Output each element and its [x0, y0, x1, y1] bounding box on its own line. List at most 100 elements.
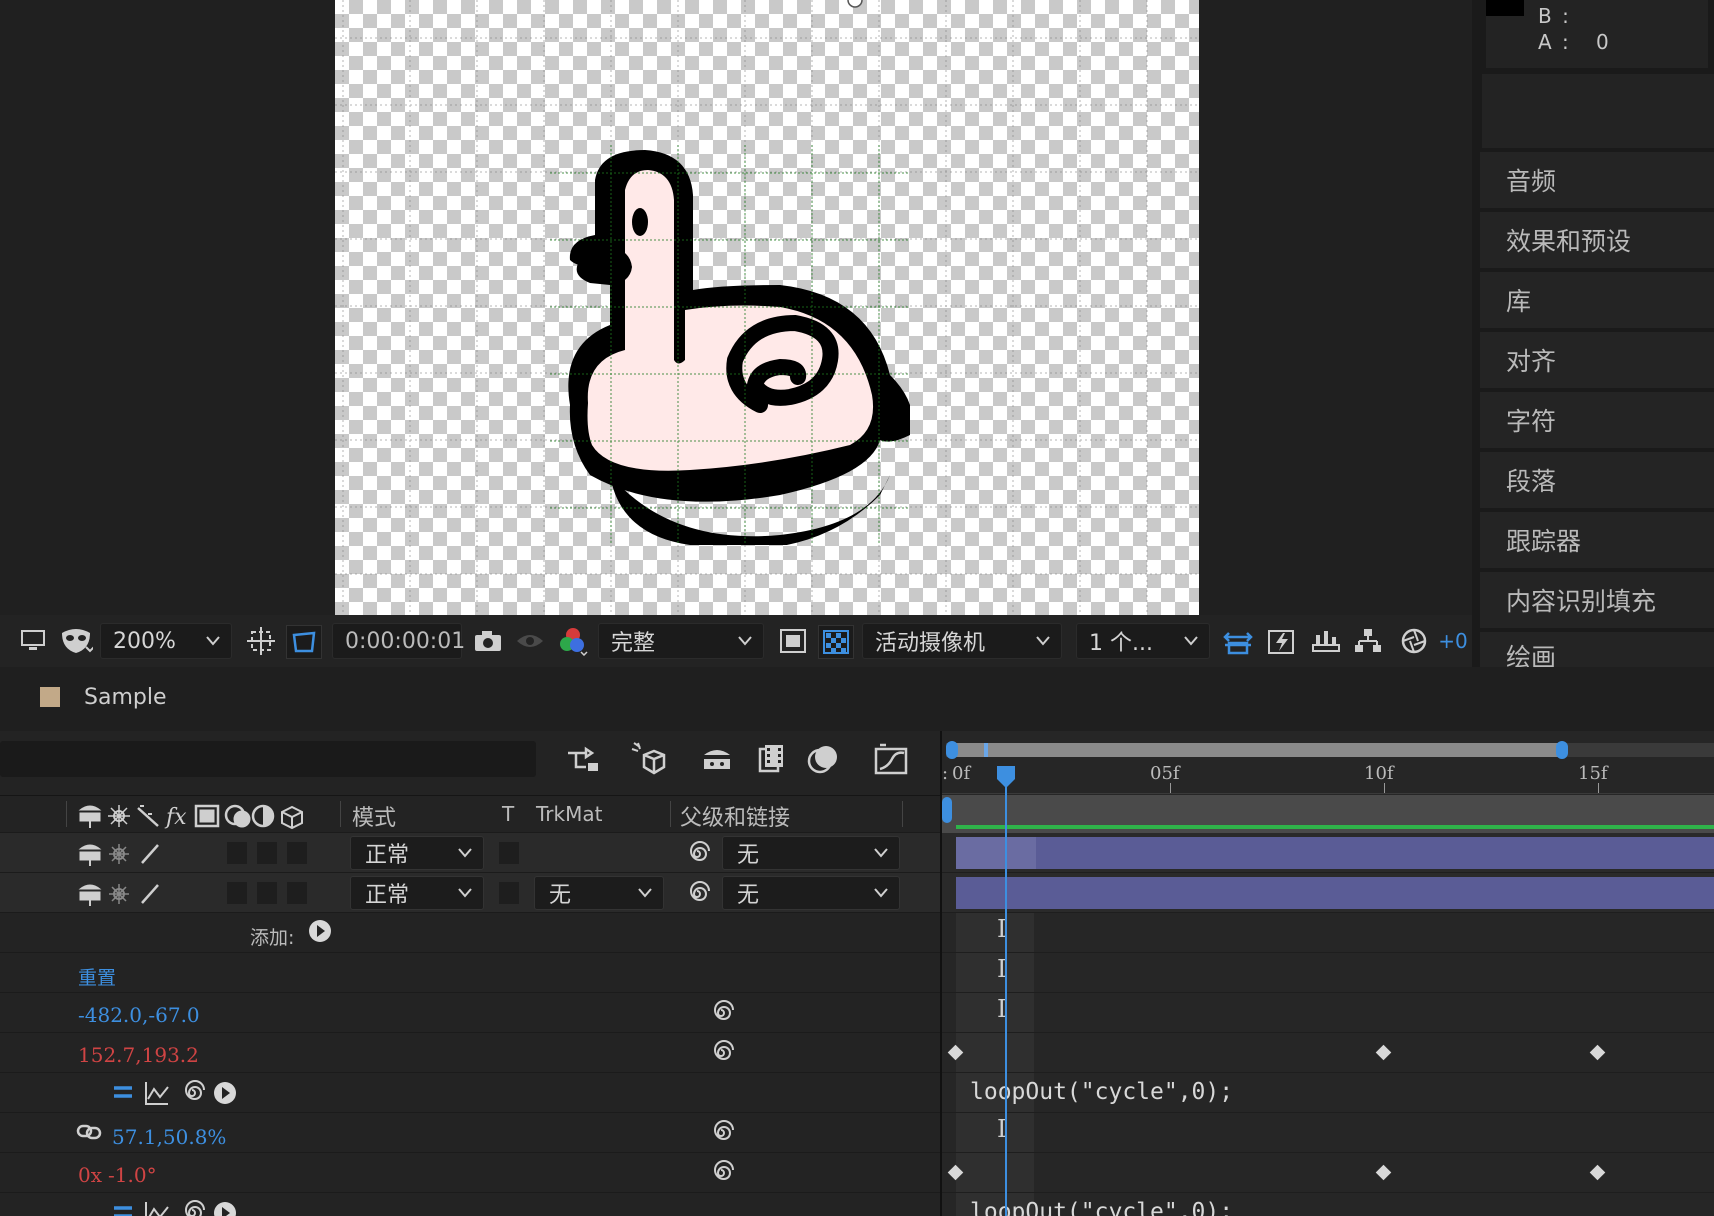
property-track[interactable]: I — [942, 1113, 1714, 1153]
anchor-point-value[interactable]: -482.0,-67.0 — [78, 1003, 200, 1027]
camera-dropdown[interactable]: 活动摄像机 — [862, 623, 1062, 659]
timeline-panel-icon[interactable] — [1310, 625, 1342, 657]
property-track-position[interactable] — [942, 1033, 1714, 1073]
column-mode[interactable]: 模式 — [352, 800, 396, 832]
current-time-field[interactable]: 0:00:00:01 — [332, 623, 465, 659]
snapshot-camera-icon[interactable] — [472, 625, 504, 657]
duck-graphic[interactable] — [550, 145, 910, 545]
resolution-dropdown[interactable]: 完整 — [598, 623, 764, 659]
navigator-start-handle[interactable] — [946, 741, 958, 759]
blend-mode-dropdown[interactable]: 正常 — [350, 836, 484, 870]
frame-blending-icon[interactable] — [756, 743, 786, 775]
exposure-reset-icon[interactable] — [1398, 625, 1430, 657]
scale-value[interactable]: 57.1,50.8% — [112, 1125, 226, 1149]
switch-box[interactable] — [226, 841, 248, 865]
comp-duration-bar[interactable] — [942, 795, 1714, 833]
expression-controls-icons[interactable] — [112, 1079, 242, 1107]
zoom-dropdown[interactable]: 200% — [100, 623, 232, 659]
layer-row[interactable]: 正常 无 — [0, 833, 940, 873]
layer-search-input[interactable] — [0, 741, 536, 777]
keyframe-diamond[interactable] — [947, 1164, 964, 1181]
panel-tab-libraries[interactable]: 库 — [1480, 272, 1714, 328]
preserve-transparency-box[interactable] — [498, 841, 520, 865]
property-track[interactable]: I — [942, 993, 1714, 1033]
column-parent-link[interactable]: 父级和链接 — [680, 800, 790, 832]
monitor-icon[interactable] — [18, 625, 48, 657]
layer-duration-bar[interactable] — [956, 877, 1714, 909]
trkmat-dropdown[interactable]: 无 — [534, 876, 664, 910]
expression-text[interactable]: loopOut("cycle",0); — [970, 1079, 1233, 1105]
region-of-interest-icon[interactable] — [246, 625, 276, 657]
comp-flowchart-icon[interactable] — [566, 745, 602, 775]
switch-box[interactable] — [286, 841, 308, 865]
property-track[interactable]: I — [942, 953, 1714, 993]
column-trkmat[interactable]: TrkMat — [536, 802, 602, 826]
keyframe-diamond[interactable] — [1375, 1044, 1392, 1061]
transparency-checker-icon[interactable] — [818, 625, 854, 659]
work-area-start-handle[interactable] — [942, 797, 952, 823]
panel-tab-audio[interactable]: 音频 — [1480, 152, 1714, 208]
panel-tab-content-aware-fill[interactable]: 内容识别填充 — [1480, 572, 1714, 628]
layer-switches-icons[interactable] — [78, 881, 168, 907]
flowchart-icon[interactable] — [1352, 625, 1384, 657]
add-menu-icon[interactable] — [308, 919, 332, 943]
switch-box[interactable] — [256, 841, 278, 865]
switch-box[interactable] — [226, 881, 248, 905]
position-value[interactable]: 152.7,193.2 — [78, 1043, 199, 1067]
playhead-line[interactable] — [1005, 771, 1007, 1216]
mask-visibility-icon[interactable] — [58, 625, 94, 657]
keyframe-diamond[interactable] — [1375, 1164, 1392, 1181]
panel-tab-tracker[interactable]: 跟踪器 — [1480, 512, 1714, 568]
pick-whip-icon[interactable] — [684, 841, 710, 867]
time-graph-pane[interactable]: : 0f 05f 10f 15f I I I loopOut("cycle",0… — [942, 731, 1714, 1216]
work-area-range[interactable] — [950, 743, 1560, 757]
pick-whip-icon[interactable] — [708, 1000, 734, 1026]
pick-whip-icon[interactable] — [708, 1040, 734, 1066]
constrain-proportions-link-icon[interactable] — [76, 1123, 102, 1141]
expression-track[interactable]: loopOut("cycle",0); — [942, 1193, 1714, 1216]
pick-whip-icon[interactable] — [708, 1120, 734, 1146]
playhead-handle-icon[interactable] — [996, 765, 1016, 789]
color-channels-icon[interactable] — [556, 625, 590, 657]
transparency-grid-toggle-icon[interactable] — [286, 625, 322, 659]
property-track[interactable]: I — [942, 913, 1714, 953]
layer-duration-bar[interactable] — [956, 837, 1714, 869]
shy-layers-icon[interactable] — [700, 745, 734, 773]
exposure-value[interactable]: +0 — [1436, 625, 1470, 657]
comp-tab-name[interactable]: Sample — [84, 685, 167, 710]
panel-tab-paragraph[interactable]: 段落 — [1480, 452, 1714, 508]
reset-link[interactable]: 重置 — [78, 963, 116, 990]
toggle-pixel-aspect-icon[interactable] — [1222, 625, 1254, 657]
keyframe-diamond[interactable] — [1589, 1044, 1606, 1061]
time-ruler[interactable]: : 0f 05f 10f 15f — [942, 761, 1714, 794]
show-snapshot-icon[interactable] — [514, 625, 546, 657]
motion-blur-icon[interactable] — [806, 743, 840, 775]
layer-track[interactable] — [942, 873, 1714, 913]
parent-dropdown[interactable]: 无 — [722, 876, 900, 910]
property-track-rotation[interactable] — [942, 1153, 1714, 1193]
graph-editor-icon[interactable] — [874, 743, 908, 775]
layer-switches-icons[interactable] — [78, 841, 168, 867]
panel-tab-effects-presets[interactable]: 效果和预设 — [1480, 212, 1714, 268]
switch-box[interactable] — [256, 881, 278, 905]
panel-tab-character[interactable]: 字符 — [1480, 392, 1714, 448]
keyframe-diamond[interactable] — [1589, 1164, 1606, 1181]
panel-tab-paint[interactable]: 绘画 — [1480, 632, 1714, 667]
switch-box[interactable] — [286, 881, 308, 905]
transparency-canvas[interactable] — [335, 0, 1199, 615]
composition-viewer[interactable] — [0, 0, 1472, 615]
pick-whip-icon[interactable] — [684, 881, 710, 907]
keyframe-diamond[interactable] — [947, 1044, 964, 1061]
draft-3d-icon[interactable] — [630, 741, 666, 777]
blend-mode-dropdown[interactable]: 正常 — [350, 876, 484, 910]
expression-text[interactable]: loopOut("cycle",0); — [970, 1199, 1233, 1216]
column-t[interactable]: T — [502, 802, 514, 826]
time-navigator[interactable] — [946, 741, 1714, 759]
rotation-revolutions[interactable]: 0x — [78, 1163, 102, 1187]
panel-tab-align[interactable]: 对齐 — [1480, 332, 1714, 388]
views-dropdown[interactable]: 1 个... — [1076, 623, 1210, 659]
fast-preview-icon[interactable] — [1266, 625, 1298, 657]
preserve-transparency-box[interactable] — [498, 881, 520, 905]
expression-track[interactable]: loopOut("cycle",0); — [942, 1073, 1714, 1113]
navigator-end-handle[interactable] — [1556, 741, 1568, 759]
